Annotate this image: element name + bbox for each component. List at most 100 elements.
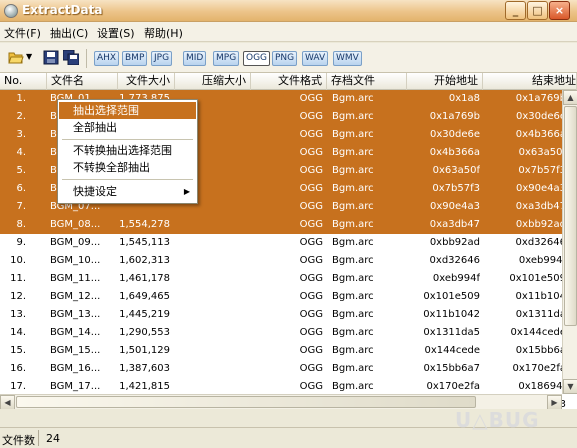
cell-filesize: 1,461,178 [119,273,170,284]
cell-compressed-size [175,360,245,378]
ctx-extract-all[interactable]: 全部抽出 [59,119,196,136]
cell-filename: BGM_09... [50,237,101,248]
ctx-raw-extract-selection[interactable]: 不转换抽出选择范围 [59,142,196,159]
cell-no: 2. [16,111,26,122]
cell-filename: BGM_16... [50,363,101,374]
col-format[interactable]: 文件格式 [251,73,327,90]
toolbar: ▼ AHX BMP JPG MID MPG OGG PNG WAV WMV [0,43,577,73]
col-start-address[interactable]: 开始地址 [407,73,483,90]
format-mpg-button[interactable]: MPG [213,51,240,66]
ctx-separator [62,139,193,140]
menu-file[interactable]: 文件(F) [4,25,41,41]
save-all-icon[interactable] [63,50,79,65]
table-row[interactable]: 14. BGM_14... 1,290,553 OGG Bgm.arc 0x1311da5… [0,324,566,342]
cell-compressed-size [175,234,245,252]
ctx-raw-extract-all[interactable]: 不转换全部抽出 [59,159,196,176]
ctx-separator [62,179,193,180]
cell-compressed-size [175,306,245,324]
format-ogg-button[interactable]: OGG [243,51,271,66]
cell-end-address: 0x1a769b [515,93,566,104]
scroll-down-button[interactable]: ▼ [563,379,577,394]
format-wav-button[interactable]: WAV [302,51,329,66]
format-png-button[interactable]: PNG [272,51,298,66]
menu-extract[interactable]: 抽出(C) [50,25,88,41]
cell-end-address: 0x63a50f [518,147,566,158]
format-bmp-button[interactable]: BMP [122,51,148,66]
cell-compressed-size [175,288,245,306]
cell-archive: Bgm.arc [332,363,374,374]
save-icon[interactable] [43,50,59,65]
table-row[interactable]: 16. BGM_16... 1,387,603 OGG Bgm.arc 0x15bb6a7… [0,360,566,378]
cell-format: OGG [299,93,323,104]
cell-compressed-size [175,216,245,234]
cell-filesize: 1,290,553 [119,327,170,338]
cell-no: 15. [10,345,26,356]
col-end-address[interactable]: 结束地址 [483,73,577,90]
cell-format: OGG [299,237,323,248]
format-mid-button[interactable]: MID [183,51,207,66]
cell-filename: BGM_12... [50,291,101,302]
cell-filesize: 1,649,465 [119,291,170,302]
table-row[interactable]: 10. BGM_10... 1,602,313 OGG Bgm.arc 0xd32646 0… [0,252,566,270]
cell-format: OGG [299,129,323,140]
col-archive[interactable]: 存档文件 [327,73,407,90]
cell-start-address: 0x90e4a3 [429,201,480,212]
minimize-button[interactable]: _ [505,1,526,20]
chevron-down-icon[interactable]: ▼ [26,52,32,61]
menu-help[interactable]: 帮助(H) [144,25,183,41]
col-no[interactable]: No. [0,73,47,90]
maximize-button[interactable]: □ [527,1,548,20]
format-jpg-button[interactable]: JPG [151,51,173,66]
table-row[interactable]: 8. BGM_08... 1,554,278 OGG Bgm.arc 0xa3db47 0x… [0,216,566,234]
menu-bar: 文件(F) 抽出(C) 设置(S) 帮助(H) [0,22,577,42]
cell-start-address: 0x1a769b [429,111,480,122]
vertical-scrollbar[interactable]: ▲ ▼ [562,90,577,394]
cell-archive: Bgm.arc [332,327,374,338]
open-folder-icon[interactable] [8,50,24,65]
table-row[interactable]: 12. BGM_12... 1,649,465 OGG Bgm.arc 0x101e509… [0,288,566,306]
cell-end-address: 0xa3db47 [515,201,566,212]
scroll-right-button[interactable]: ▶ [547,395,562,409]
cell-format: OGG [299,363,323,374]
ctx-quick-settings[interactable]: 快捷设定 ▶ [59,183,196,200]
status-file-count: 24 [46,432,60,445]
table-row[interactable]: 9. BGM_09... 1,545,113 OGG Bgm.arc 0xbb92ad 0x… [0,234,566,252]
cell-end-address: 0x101e509 [509,273,566,284]
cell-format: OGG [299,219,323,230]
title-bar[interactable]: ExtractData _ □ × [0,0,577,22]
col-filename[interactable]: 文件名 [47,73,118,90]
vertical-scroll-thumb[interactable] [564,106,577,326]
col-filesize[interactable]: 文件大小 [118,73,175,90]
scroll-left-button[interactable]: ◀ [0,395,15,409]
cell-archive: Bgm.arc [332,291,374,302]
cell-filesize: 1,445,219 [119,309,170,320]
horizontal-scroll-thumb[interactable] [16,396,476,408]
cell-end-address: 0xbb92ad [515,219,566,230]
status-separator [38,430,39,446]
col-compressed-size[interactable]: 压缩大小 [175,73,251,90]
close-button[interactable]: × [549,1,570,20]
cell-no: 6. [16,183,26,194]
cell-end-address: 0x30de6e [515,111,566,122]
cell-archive: Bgm.arc [332,219,374,230]
cell-archive: Bgm.arc [332,111,374,122]
cell-archive: Bgm.arc [332,165,374,176]
horizontal-scrollbar[interactable]: ◀ ▶ [0,394,562,409]
scroll-up-button[interactable]: ▲ [563,90,577,105]
cell-start-address: 0x1a8 [448,93,480,104]
cell-no: 14. [10,327,26,338]
cell-compressed-size [175,342,245,360]
table-row[interactable]: 11. BGM_11... 1,461,178 OGG Bgm.arc 0xeb994f 0… [0,270,566,288]
cell-archive: Bgm.arc [332,273,374,284]
table-row[interactable]: 13. BGM_13... 1,445,219 OGG Bgm.arc 0x11b1042… [0,306,566,324]
format-wmv-button[interactable]: WMV [333,51,362,66]
cell-format: OGG [299,165,323,176]
cell-filename: BGM_10... [50,255,101,266]
menu-settings[interactable]: 设置(S) [97,25,135,41]
table-row[interactable]: 15. BGM_15... 1,501,129 OGG Bgm.arc 0x144cede… [0,342,566,360]
format-ahx-button[interactable]: AHX [94,51,120,66]
cell-end-address: 0x4b366a [515,129,566,140]
ctx-extract-selection[interactable]: 抽出选择范围 [59,102,196,119]
submenu-arrow-icon: ▶ [183,187,190,196]
app-icon[interactable] [4,4,18,18]
